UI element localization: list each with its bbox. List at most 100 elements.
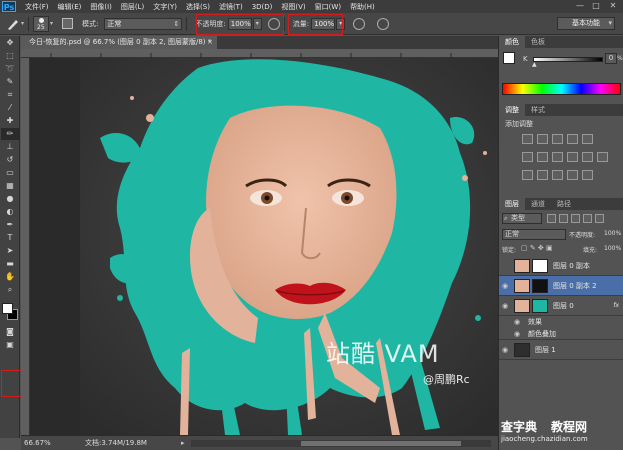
tab-channels[interactable]: 通道 (525, 198, 551, 210)
k-slider[interactable] (533, 57, 603, 62)
type-filter-icon[interactable] (571, 214, 580, 223)
threshold-icon[interactable] (552, 170, 563, 180)
layer-filter-icons[interactable] (547, 214, 619, 224)
photo-filter-icon[interactable] (567, 152, 578, 162)
eyedropper-tool-icon[interactable]: ⁄ (1, 102, 19, 114)
tab-adjustments[interactable]: 调整 (499, 104, 525, 116)
foreground-color-swatch[interactable] (2, 303, 13, 314)
menu-filter[interactable]: 滤镜(T) (219, 2, 243, 12)
fill-value[interactable]: 100% (604, 245, 621, 252)
gradient-map-icon[interactable] (567, 170, 578, 180)
color-spectrum-bar[interactable] (502, 83, 621, 95)
smart-object-filter-icon[interactable] (595, 214, 604, 223)
color-lookup-icon[interactable] (597, 152, 608, 162)
layer-filter-select[interactable]: ⌕ 类型 (502, 213, 542, 224)
channel-mixer-icon[interactable] (582, 152, 593, 162)
quick-select-tool-icon[interactable]: ✎ (1, 76, 19, 88)
layer-mask-thumbnail[interactable] (532, 298, 548, 313)
pressure-size-icon[interactable] (377, 17, 390, 30)
tool-preset-chevron-icon[interactable]: ▾ (21, 20, 24, 27)
blend-mode-select[interactable]: 正常 (502, 229, 566, 240)
move-tool-icon[interactable]: ✥ (1, 37, 19, 49)
tab-paths[interactable]: 路径 (551, 198, 577, 210)
menu-image[interactable]: 图像(I) (90, 2, 112, 12)
shape-tool-icon[interactable]: ▬ (1, 258, 19, 270)
hue-saturation-icon[interactable] (522, 152, 533, 162)
airbrush-icon[interactable] (353, 17, 366, 30)
vertical-ruler[interactable] (21, 58, 30, 435)
brush-panel-toggle-icon[interactable] (62, 18, 74, 29)
screen-mode-icon[interactable]: ▣ (1, 339, 19, 351)
adjustment-filter-icon[interactable] (559, 214, 568, 223)
layer-row-selected[interactable]: ◉ 图层 0 副本 2 (499, 276, 623, 296)
workspace-select[interactable]: 基本功能 ▾ (557, 17, 615, 30)
eye-icon[interactable]: ◉ (511, 318, 523, 326)
healing-brush-tool-icon[interactable]: ✚ (1, 115, 19, 127)
menu-3d[interactable]: 3D(D) (252, 3, 273, 11)
brush-tool-icon[interactable] (6, 17, 20, 31)
exposure-icon[interactable] (567, 134, 578, 144)
layer-row[interactable]: 图层 0 副本 (499, 256, 623, 276)
document-tab[interactable]: 今日-恢复的.psd @ 66.7% (图层 0 副本 2, 图层蒙版/8) *… (21, 36, 217, 49)
selective-color-icon[interactable] (582, 170, 593, 180)
close-tab-icon[interactable]: × (207, 36, 213, 49)
zoom-tool-icon[interactable]: ⌕ (1, 284, 19, 296)
brush-picker-chevron-icon[interactable]: ▾ (50, 20, 53, 27)
shape-filter-icon[interactable] (583, 214, 592, 223)
gradient-tool-icon[interactable]: ▦ (1, 180, 19, 192)
effects-row[interactable]: ◉ 效果 (499, 316, 623, 328)
menu-type[interactable]: 文字(Y) (153, 2, 177, 12)
pixel-filter-icon[interactable] (547, 214, 556, 223)
history-brush-tool-icon[interactable]: ↺ (1, 154, 19, 166)
color-balance-icon[interactable] (537, 152, 548, 162)
tab-color[interactable]: 颜色 (499, 36, 525, 48)
posterize-icon[interactable] (537, 170, 548, 180)
status-menu-arrow-icon[interactable]: ▸ (181, 436, 185, 450)
hand-tool-icon[interactable]: ✋ (1, 271, 19, 283)
layer-row[interactable]: ◉ 图层 1 (499, 340, 623, 360)
horizontal-scrollbar[interactable] (191, 440, 491, 447)
lasso-tool-icon[interactable]: ➰ (1, 63, 19, 75)
eraser-tool-icon[interactable]: ▭ (1, 167, 19, 179)
menu-file[interactable]: 文件(F) (25, 2, 49, 12)
brightness-contrast-icon[interactable] (522, 134, 533, 144)
pen-tool-icon[interactable]: ✒ (1, 219, 19, 231)
eye-icon[interactable]: ◉ (511, 330, 523, 338)
canvas-area[interactable]: 站酷 VAM @周鹏Rc (30, 58, 498, 435)
marquee-tool-icon[interactable]: ⬚ (1, 50, 19, 62)
menu-help[interactable]: 帮助(H) (350, 2, 375, 12)
minimize-button[interactable]: — (573, 0, 587, 12)
dodge-tool-icon[interactable]: ◐ (1, 206, 19, 218)
black-white-icon[interactable] (552, 152, 563, 162)
zoom-level[interactable]: 66.67% (24, 436, 51, 450)
layer-mask-thumbnail[interactable] (532, 258, 548, 273)
menu-layer[interactable]: 图层(L) (121, 2, 144, 12)
mode-select[interactable]: 正常 ⇕ (104, 17, 183, 30)
scrollbar-thumb[interactable] (301, 441, 461, 446)
eye-icon[interactable]: ◉ (499, 282, 511, 290)
layer-fx-badge[interactable]: fx (613, 302, 619, 309)
maximize-button[interactable]: □ (589, 0, 603, 12)
menu-view[interactable]: 视图(V) (281, 2, 305, 12)
horizontal-ruler[interactable] (21, 49, 498, 58)
levels-icon[interactable] (537, 134, 548, 144)
layer-row[interactable]: ◉ 图层 0 fx (499, 296, 623, 316)
brush-tool-icon[interactable]: ✏ (1, 128, 19, 140)
clone-stamp-tool-icon[interactable]: ⊥ (1, 141, 19, 153)
curves-icon[interactable] (552, 134, 563, 144)
blur-tool-icon[interactable]: ● (1, 193, 19, 205)
crop-tool-icon[interactable]: ⌗ (1, 89, 19, 101)
foreground-color-swatch[interactable] (503, 52, 515, 64)
effect-row[interactable]: ◉ 颜色叠加 (499, 328, 623, 340)
k-slider-handle-icon[interactable]: ▲ (532, 61, 537, 68)
vibrance-icon[interactable] (582, 134, 593, 144)
menu-select[interactable]: 选择(S) (186, 2, 210, 12)
type-tool-icon[interactable]: T (1, 232, 19, 244)
k-value-field[interactable]: 0 (605, 53, 617, 64)
layer-opacity-value[interactable]: 100% (604, 230, 621, 237)
tab-styles[interactable]: 样式 (525, 104, 551, 116)
menu-edit[interactable]: 编辑(E) (58, 2, 82, 12)
tab-layers[interactable]: 图层 (499, 198, 525, 210)
close-button[interactable]: ✕ (606, 0, 620, 12)
brush-preset-picker[interactable]: 25 (33, 15, 50, 32)
